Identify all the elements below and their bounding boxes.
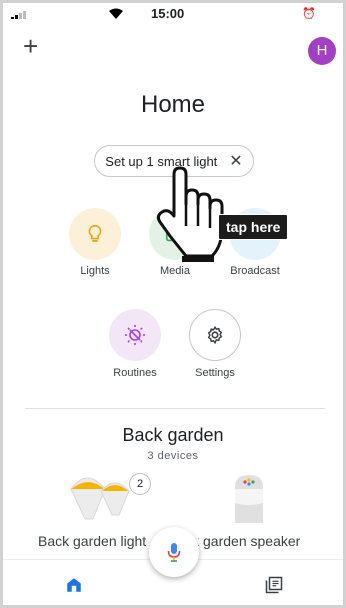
device-label-speaker-clip: Back garden speaker <box>198 527 343 551</box>
speaker-icon[interactable] <box>231 473 267 527</box>
routines-label: Routines <box>113 367 157 379</box>
broadcast-label: Broadcast <box>230 265 280 277</box>
lightbulb-icon <box>88 224 102 242</box>
add-button[interactable]: + <box>23 33 38 59</box>
page-title: Home <box>140 91 206 118</box>
device-label-speaker[interactable]: Back garden speaker <box>198 533 300 549</box>
device-count-badge: 2 <box>129 473 151 495</box>
signal-icon <box>11 11 26 19</box>
mic-button[interactable] <box>149 527 199 577</box>
status-time: 15:00 <box>151 6 185 21</box>
pointing-hand-icon <box>156 166 224 262</box>
media-label: Media <box>160 265 190 277</box>
status-bar: 15:00 ⏰ <box>3 3 343 29</box>
close-icon[interactable]: ✕ <box>229 151 242 171</box>
mic-icon <box>167 543 181 562</box>
room-title: Back garden <box>122 425 224 445</box>
device-label-light[interactable]: Back garden light <box>38 533 146 549</box>
room-device-count: 3 devices <box>147 450 199 462</box>
divider <box>25 408 325 409</box>
wifi-icon <box>109 8 123 19</box>
alarm-icon: ⏰ <box>302 8 316 20</box>
home-icon[interactable] <box>65 576 83 594</box>
gear-icon <box>207 325 223 345</box>
tap-here-tooltip: tap here <box>218 214 289 240</box>
routines-button[interactable] <box>109 309 161 361</box>
routines-icon <box>125 325 145 345</box>
settings-button[interactable] <box>189 309 241 361</box>
settings-label: Settings <box>195 367 235 379</box>
phone-screen: 15:00 ⏰ + H Home Set up 1 smart light ✕ … <box>3 3 343 605</box>
lights-button[interactable] <box>69 208 121 260</box>
lights-label: Lights <box>80 265 110 277</box>
feed-icon[interactable] <box>265 576 283 594</box>
bulb-group-icon[interactable] <box>65 471 135 529</box>
avatar[interactable]: H <box>308 37 336 65</box>
